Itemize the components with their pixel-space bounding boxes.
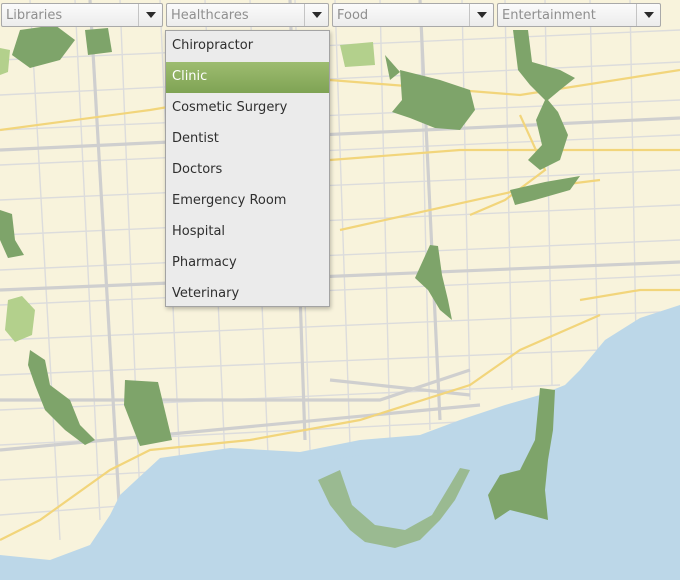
entertainment-combo-text: Entertainment: [502, 8, 596, 23]
map-canvas[interactable]: [0, 0, 680, 580]
option-chiropractor[interactable]: Chiropractor: [166, 31, 329, 62]
chevron-down-icon: [145, 12, 156, 18]
option-pharmacy[interactable]: Pharmacy: [166, 248, 329, 279]
healthcares-combo-text: Healthcares: [171, 8, 249, 23]
libraries-combo-text: Libraries: [6, 8, 63, 23]
option-emergency-room[interactable]: Emergency Room: [166, 186, 329, 217]
option-doctors[interactable]: Doctors: [166, 155, 329, 186]
entertainment-dropdown-button[interactable]: [636, 4, 660, 26]
option-dentist[interactable]: Dentist: [166, 124, 329, 155]
libraries-combo[interactable]: Libraries: [1, 3, 163, 27]
healthcares-combo[interactable]: Healthcares: [166, 3, 329, 27]
chevron-down-icon: [643, 12, 654, 18]
chevron-down-icon: [311, 12, 322, 18]
option-veterinary[interactable]: Veterinary: [166, 279, 329, 310]
entertainment-combo[interactable]: Entertainment: [497, 3, 661, 27]
option-clinic[interactable]: Clinic: [166, 62, 329, 93]
food-dropdown-button[interactable]: [469, 4, 493, 26]
chevron-down-icon: [476, 12, 487, 18]
option-hospital[interactable]: Hospital: [166, 217, 329, 248]
libraries-dropdown-button[interactable]: [138, 4, 162, 26]
healthcares-dropdown-list: Chiropractor Clinic Cosmetic Surgery Den…: [165, 30, 330, 307]
food-combo[interactable]: Food: [332, 3, 494, 27]
food-combo-text: Food: [337, 8, 369, 23]
healthcares-dropdown-button[interactable]: [304, 4, 328, 26]
option-cosmetic-surgery[interactable]: Cosmetic Surgery: [166, 93, 329, 124]
